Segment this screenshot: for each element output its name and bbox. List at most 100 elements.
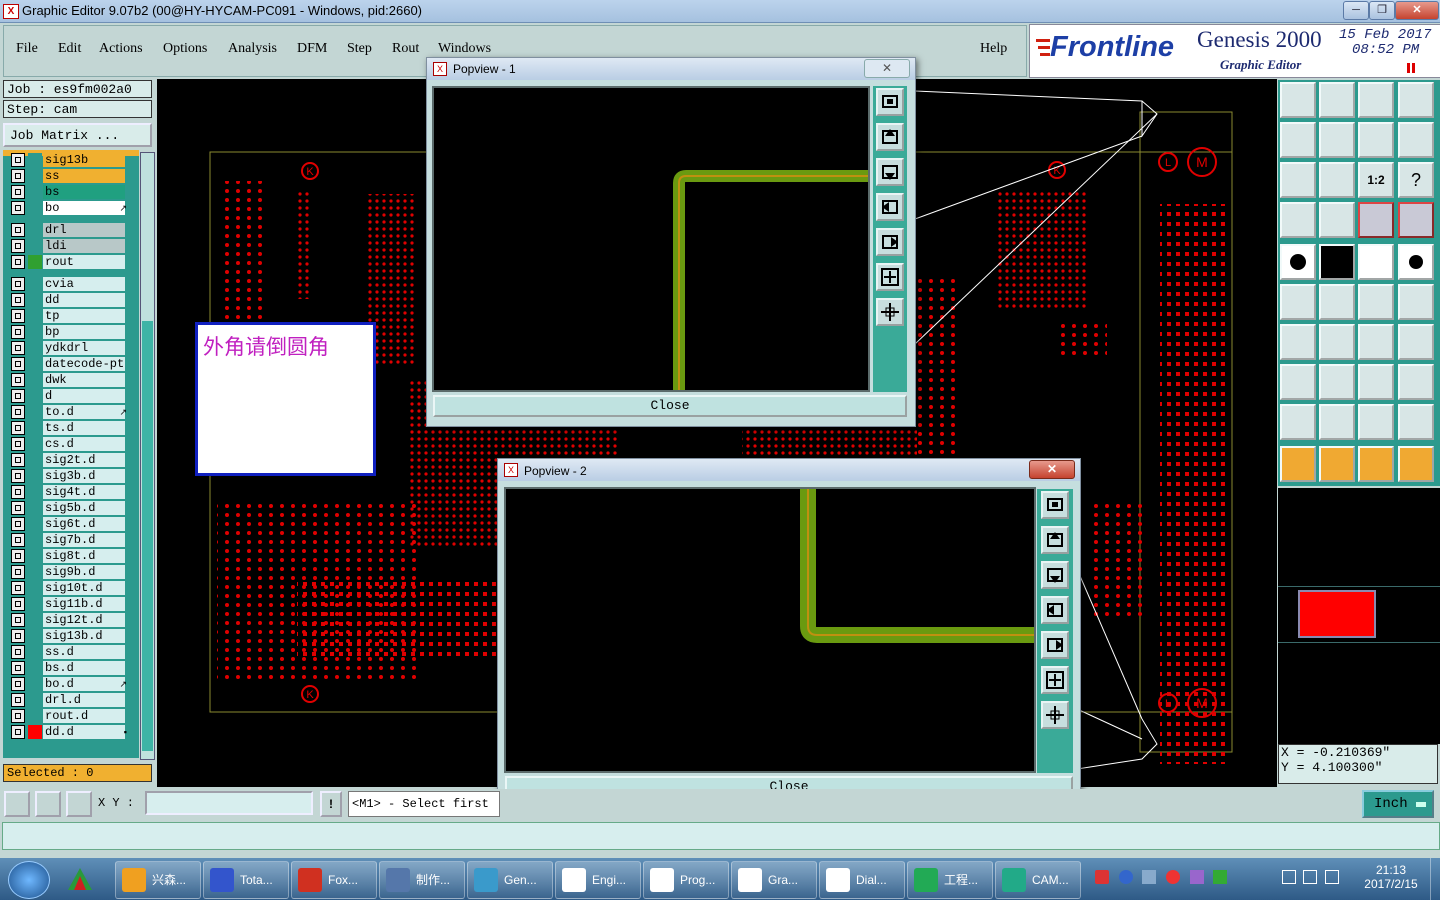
layer-color-swatch[interactable] — [28, 223, 42, 237]
layer-row-drl[interactable]: drl — [11, 223, 126, 237]
layer-list-scrollbar[interactable] — [140, 152, 155, 760]
angle-snap-icon[interactable] — [35, 791, 61, 817]
layer-checkbox[interactable] — [11, 341, 25, 355]
popview-2-close-x[interactable]: ✕ — [1029, 460, 1075, 479]
layer-color-swatch[interactable] — [28, 549, 42, 563]
layer-color-swatch[interactable] — [28, 201, 42, 215]
tray-chart-icon[interactable] — [1213, 870, 1228, 884]
tool-group-icon[interactable] — [1398, 364, 1434, 400]
layer-row-dd[interactable]: dd — [11, 293, 126, 307]
layer-row-ss[interactable]: ss — [11, 169, 126, 183]
layer-color-swatch[interactable] — [28, 709, 42, 723]
menu-help[interactable]: Help — [980, 41, 1007, 57]
pan-down-icon[interactable] — [1041, 561, 1069, 589]
tool-arc-icon[interactable] — [1358, 324, 1394, 360]
layer-row-sig13b[interactable]: sig13b — [11, 153, 126, 167]
layer-checkbox[interactable] — [11, 373, 25, 387]
menu-analysis[interactable]: Analysis — [228, 41, 277, 57]
layer-color-swatch[interactable] — [28, 565, 42, 579]
layer-color-swatch[interactable] — [28, 185, 42, 199]
layer-checkbox[interactable] — [11, 357, 25, 371]
job-matrix-button[interactable]: Job Matrix ... — [3, 123, 152, 147]
layer-color-swatch[interactable] — [28, 677, 42, 691]
tool-zoom-up-icon[interactable] — [1280, 82, 1316, 118]
xy-input[interactable] — [145, 791, 313, 815]
menu-file[interactable]: File — [16, 41, 38, 57]
popview-1-viewport[interactable] — [432, 86, 870, 392]
tool-home-icon[interactable] — [1358, 82, 1394, 118]
layer-color-swatch[interactable] — [28, 153, 42, 167]
layer-checkbox[interactable] — [11, 629, 25, 643]
tool-dimension-icon[interactable] — [1358, 364, 1394, 400]
tool-triangle-3-icon[interactable] — [1358, 404, 1394, 440]
tool-horizontal-icon[interactable] — [1319, 364, 1355, 400]
layer-row-dwk[interactable]: dwk — [11, 373, 126, 387]
layer-color-swatch[interactable] — [28, 239, 42, 253]
layer-name[interactable]: sig11b.d — [43, 597, 125, 611]
layer-checkbox[interactable] — [11, 293, 25, 307]
taskbar-item[interactable]: Prog... — [643, 861, 729, 899]
layer-name[interactable]: cvia — [43, 277, 125, 291]
layer-checkbox[interactable] — [11, 421, 25, 435]
layer-checkbox[interactable] — [11, 405, 25, 419]
layer-color-swatch[interactable] — [28, 581, 42, 595]
pause-icon[interactable] — [1406, 62, 1416, 73]
tool-triangle-4-icon[interactable] — [1398, 404, 1434, 440]
monitor-icon[interactable] — [1303, 870, 1318, 884]
layer-color-swatch[interactable] — [28, 693, 42, 707]
layer-checkbox[interactable] — [11, 677, 25, 691]
menu-edit[interactable]: Edit — [58, 41, 81, 57]
layer-checkbox[interactable] — [11, 453, 25, 467]
layer-name[interactable]: rout — [43, 255, 125, 269]
layer-name[interactable]: bo.d — [43, 677, 125, 691]
layer-row-sig9b-d[interactable]: sig9b.d — [11, 565, 126, 579]
pan-up-icon[interactable] — [876, 123, 904, 151]
layer-checkbox[interactable] — [11, 201, 25, 215]
pan-down-icon[interactable] — [876, 158, 904, 186]
layer-row-bo-d[interactable]: bo.d ↗ — [11, 677, 127, 691]
tray-app-icon[interactable] — [1165, 870, 1180, 884]
tool-ruler-icon[interactable] — [1358, 244, 1394, 280]
tool-circle-icon[interactable] — [1398, 244, 1434, 280]
layer-checkbox[interactable] — [11, 239, 25, 253]
tool-line-icon[interactable] — [1358, 284, 1394, 320]
pan-right-icon[interactable] — [876, 228, 904, 256]
layer-name[interactable]: sig8t.d — [43, 549, 125, 563]
layer-checkbox[interactable] — [11, 485, 25, 499]
layer-name[interactable]: sig10t.d — [43, 581, 125, 595]
tool-snap-icon[interactable] — [1398, 122, 1434, 158]
layer-row-bp[interactable]: bp — [11, 325, 126, 339]
zoom-out-icon[interactable] — [1041, 701, 1069, 729]
layer-name[interactable]: sig3b.d — [43, 469, 125, 483]
layer-name[interactable]: tp — [43, 309, 125, 323]
layer-color-swatch[interactable] — [28, 421, 42, 435]
minimize-button[interactable]: ─ — [1343, 1, 1369, 20]
layer-row-sig13b-d[interactable]: sig13b.d — [11, 629, 126, 643]
tray-s-icon[interactable] — [1095, 870, 1109, 884]
zoom-out-icon[interactable] — [876, 298, 904, 326]
tool-layers-icon[interactable] — [1358, 202, 1394, 238]
layer-name[interactable]: sig9b.d — [43, 565, 125, 579]
layer-name[interactable]: ydkdrl — [43, 341, 125, 355]
close-button[interactable]: ✕ — [1395, 1, 1439, 20]
layer-color-swatch[interactable] — [28, 389, 42, 403]
layer-color-swatch[interactable] — [28, 437, 42, 451]
layer-checkbox[interactable] — [11, 709, 25, 723]
layer-checkbox[interactable] — [11, 389, 25, 403]
layer-checkbox[interactable] — [11, 309, 25, 323]
menu-rout[interactable]: Rout — [392, 41, 419, 57]
layer-row-drl-d[interactable]: drl.d — [11, 693, 126, 707]
layer-checkbox[interactable] — [11, 693, 25, 707]
layer-row-ss-d[interactable]: ss.d — [11, 645, 126, 659]
taskbar-item[interactable]: Gen... — [467, 861, 553, 899]
tool-zoom-out-icon[interactable] — [1319, 162, 1355, 198]
layer-row-ts-d[interactable]: ts.d — [11, 421, 126, 435]
tool-select-box-icon[interactable] — [1319, 446, 1355, 482]
pan-left-icon[interactable] — [1041, 596, 1069, 624]
layer-color-swatch[interactable] — [28, 501, 42, 515]
layer-row-sig11b-d[interactable]: sig11b.d — [11, 597, 126, 611]
layer-row-ydkdrl[interactable]: ydkdrl — [11, 341, 126, 355]
taskbar-item[interactable]: 兴森... — [115, 861, 201, 899]
layer-row-ldi[interactable]: ldi — [11, 239, 126, 253]
layer-checkbox[interactable] — [11, 565, 25, 579]
